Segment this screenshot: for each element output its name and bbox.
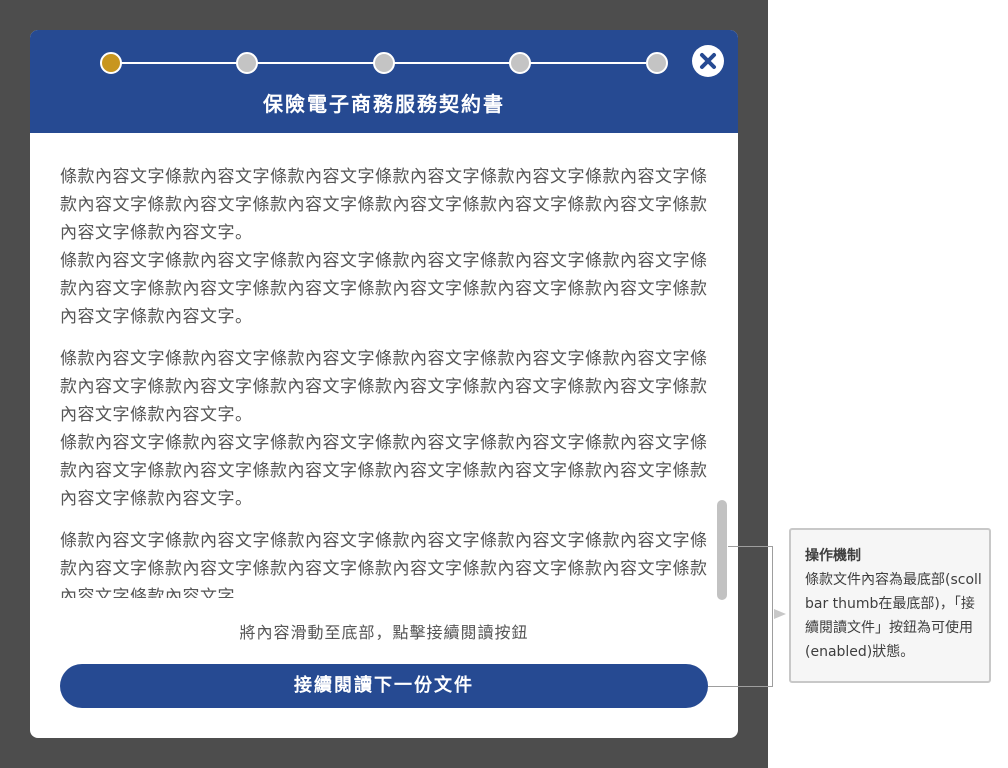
annotation-note: 操作機制 條款文件內容為最底部(scoll bar thumb在最底部)，「接續… bbox=[789, 528, 991, 683]
modal-header: 保險電子商務服務契約書 bbox=[30, 30, 738, 133]
scroll-hint: 將內容滑動至底部，點擊接續閱讀按鈕 bbox=[239, 623, 529, 642]
step-1-dot bbox=[100, 52, 122, 74]
scrollbar-thumb[interactable] bbox=[717, 500, 727, 600]
close-icon bbox=[700, 53, 716, 69]
step-3-dot bbox=[373, 52, 395, 74]
continue-reading-button[interactable]: 接續閱讀下一份文件 bbox=[60, 664, 708, 708]
terms-group-2: 條款內容文字條款內容文字條款內容文字條款內容文字條款內容文字條款內容文字條款內容… bbox=[60, 345, 708, 513]
connector-line bbox=[728, 546, 773, 547]
step-4-dot bbox=[509, 52, 531, 74]
terms-paragraph: 條款內容文字條款內容文字條款內容文字條款內容文字條款內容文字條款內容文字條款內容… bbox=[60, 349, 708, 425]
progress-stepper bbox=[100, 52, 668, 74]
terms-paragraph: 條款內容文字條款內容文字條款內容文字條款內容文字條款內容文字條款內容文字條款內容… bbox=[60, 167, 708, 243]
connector-line bbox=[772, 546, 773, 686]
contract-modal: 保險電子商務服務契約書 條款內容文字條款內容文字條款內容文字條款內容文字條款內容… bbox=[30, 30, 738, 738]
terms-paragraph: 條款內容文字條款內容文字條款內容文字條款內容文字條款內容文字條款內容文字條款內容… bbox=[60, 433, 708, 509]
close-button[interactable] bbox=[692, 45, 724, 77]
terms-content[interactable]: 條款內容文字條款內容文字條款內容文字條款內容文字條款內容文字條款內容文字條款內容… bbox=[60, 163, 708, 598]
terms-paragraph: 條款內容文字條款內容文字條款內容文字條款內容文字條款內容文字條款內容文字條款內容… bbox=[60, 531, 708, 598]
annotation-title: 操作機制 bbox=[805, 548, 861, 564]
modal-title: 保險電子商務服務契約書 bbox=[263, 92, 505, 116]
step-2-dot bbox=[236, 52, 258, 74]
terms-paragraph: 條款內容文字條款內容文字條款內容文字條款內容文字條款內容文字條款內容文字條款內容… bbox=[60, 251, 708, 327]
connector-line bbox=[708, 686, 773, 687]
terms-group-3: 條款內容文字條款內容文字條款內容文字條款內容文字條款內容文字條款內容文字條款內容… bbox=[60, 527, 708, 598]
annotation-body: 條款文件內容為最底部(scoll bar thumb在最底部)，「接續閱讀文件」… bbox=[805, 572, 982, 660]
step-5-dot bbox=[646, 52, 668, 74]
arrow-right-icon bbox=[774, 609, 786, 619]
terms-group-1: 條款內容文字條款內容文字條款內容文字條款內容文字條款內容文字條款內容文字條款內容… bbox=[60, 163, 708, 331]
